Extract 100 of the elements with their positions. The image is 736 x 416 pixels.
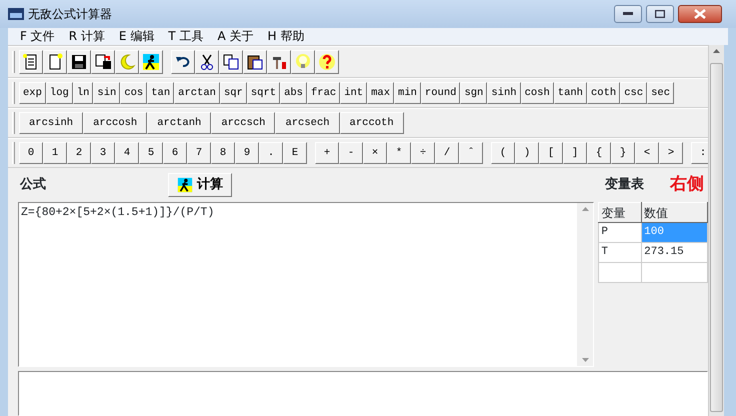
function-button[interactable]: exp <box>19 82 46 104</box>
menu-item[interactable]: A 关于 <box>217 28 254 45</box>
paste-button[interactable] <box>243 50 267 74</box>
key-button[interactable]: 2 <box>67 142 91 164</box>
variables-label: 变量表 <box>605 176 644 194</box>
formula-label: 公式 <box>20 176 46 194</box>
key-button[interactable]: 1 <box>43 142 67 164</box>
key-button[interactable]: . <box>259 142 283 164</box>
function-button[interactable]: arcsech <box>275 112 340 134</box>
scrollbar[interactable] <box>577 203 594 366</box>
lightbulb-icon <box>294 53 312 71</box>
function-button[interactable]: round <box>420 82 460 104</box>
function-button[interactable]: coth <box>587 82 620 104</box>
key-button[interactable]: 9 <box>235 142 259 164</box>
function-button[interactable]: cosh <box>520 82 554 104</box>
question-mark-button[interactable] <box>315 50 339 74</box>
scissors-icon <box>198 53 216 71</box>
key-button[interactable]: × <box>363 142 387 164</box>
function-button[interactable]: sqr <box>220 82 247 104</box>
function-button[interactable]: csc <box>620 82 648 104</box>
function-button[interactable]: arctan <box>174 82 220 104</box>
undo-button[interactable] <box>171 50 195 74</box>
key-button[interactable]: + <box>315 142 339 164</box>
function-button[interactable]: tan <box>147 82 174 104</box>
key-button[interactable]: : <box>691 142 708 164</box>
scrollbar[interactable] <box>708 45 724 416</box>
running-figure-icon <box>142 53 160 71</box>
menu-item[interactable]: H 帮助 <box>267 28 304 45</box>
close-icon <box>694 9 706 19</box>
key-button[interactable]: 5 <box>139 142 163 164</box>
function-button[interactable]: arccsch <box>211 112 276 134</box>
calculator-icon <box>8 8 24 20</box>
key-button[interactable]: ) <box>515 142 539 164</box>
function-button[interactable]: sin <box>93 82 120 104</box>
key-button[interactable]: < <box>635 142 659 164</box>
function-button[interactable]: cos <box>120 82 148 104</box>
function-button[interactable]: sqrt <box>246 82 280 104</box>
compute-button[interactable]: 计算 <box>168 173 232 197</box>
function-button[interactable]: abs <box>280 82 307 104</box>
key-button[interactable]: ˆ <box>459 142 483 164</box>
key-button[interactable]: } <box>611 142 635 164</box>
key-button[interactable]: - <box>339 142 363 164</box>
menu-item[interactable]: E 编辑 <box>118 28 154 45</box>
key-button[interactable]: 0 <box>19 142 43 164</box>
function-button[interactable]: ln <box>72 82 94 104</box>
key-button[interactable]: 7 <box>187 142 211 164</box>
key-button[interactable]: 4 <box>115 142 139 164</box>
window-title: 无敌公式计算器 <box>28 6 112 23</box>
key-button[interactable]: ( <box>491 142 515 164</box>
scissors-button[interactable] <box>195 50 219 74</box>
function-button[interactable]: min <box>394 82 421 104</box>
running-figure-icon <box>177 177 193 193</box>
maximize-button[interactable] <box>646 5 674 23</box>
running-figure-button[interactable] <box>139 50 163 74</box>
copy-button[interactable] <box>219 50 243 74</box>
formula-field[interactable]: Z={80+2×[5+2×(1.5+1)]}/(P/T) <box>18 202 594 367</box>
key-button[interactable]: > <box>659 142 683 164</box>
function-button[interactable]: arccosh <box>83 112 148 134</box>
lightbulb-button[interactable] <box>291 50 315 74</box>
key-button[interactable]: ÷ <box>411 142 435 164</box>
scroll-up-icon <box>713 49 720 53</box>
hammer-button[interactable] <box>267 50 291 74</box>
function-button[interactable]: log <box>46 82 73 104</box>
save-button[interactable] <box>67 50 91 74</box>
function-button[interactable]: frac <box>306 82 340 104</box>
table-cell[interactable]: T <box>598 242 642 262</box>
function-button[interactable]: sec <box>647 82 674 104</box>
minimize-icon <box>623 12 633 16</box>
new-document-button[interactable] <box>19 50 43 74</box>
close-button[interactable] <box>678 5 722 23</box>
key-button[interactable]: [ <box>539 142 563 164</box>
function-button[interactable]: sinh <box>487 82 521 104</box>
function-button[interactable]: sgn <box>460 82 488 104</box>
key-button[interactable]: 6 <box>163 142 187 164</box>
function-button[interactable]: int <box>340 82 368 104</box>
column-header: 变量 <box>598 202 642 222</box>
minimize-button[interactable] <box>614 5 642 23</box>
maximize-icon <box>655 10 665 18</box>
menu-item[interactable]: T 工具 <box>168 28 204 45</box>
key-button[interactable]: / <box>435 142 459 164</box>
function-button[interactable]: max <box>367 82 394 104</box>
scroll-up-icon <box>582 207 589 211</box>
menu-item[interactable]: R 计算 <box>68 28 105 45</box>
function-button[interactable]: tanh <box>554 82 587 104</box>
annotation-text: 右侧 <box>670 173 704 196</box>
function-button[interactable]: arccoth <box>340 112 404 134</box>
key-button[interactable]: 8 <box>211 142 235 164</box>
blank-document-button[interactable] <box>43 50 67 74</box>
moon-button[interactable] <box>115 50 139 74</box>
key-button[interactable]: * <box>387 142 411 164</box>
function-button[interactable]: arctanh <box>147 112 212 134</box>
key-button[interactable]: 3 <box>91 142 115 164</box>
save-as-button[interactable] <box>91 50 115 74</box>
key-button[interactable]: ] <box>563 142 587 164</box>
result-field[interactable] <box>18 371 708 416</box>
question-mark-icon <box>318 53 336 71</box>
key-button[interactable]: { <box>587 142 611 164</box>
key-button[interactable]: E <box>283 142 307 164</box>
function-button[interactable]: arcsinh <box>19 112 84 134</box>
menu-item[interactable]: F 文件 <box>20 28 55 45</box>
